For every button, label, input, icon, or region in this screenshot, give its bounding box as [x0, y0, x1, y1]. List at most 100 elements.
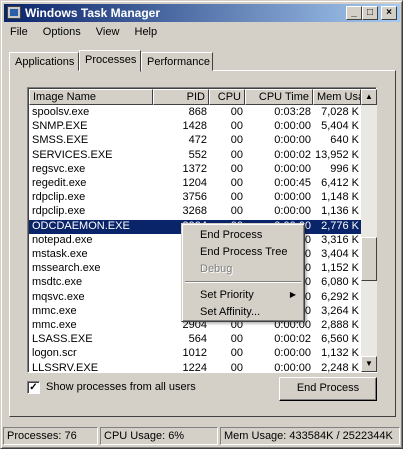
cell-image-name: LSASS.EXE [32, 333, 93, 346]
table-row[interactable]: regedit.exe 1204 00 0:00:45 6,412 K [29, 177, 361, 191]
cell-image-name: mstask.exe [32, 248, 88, 260]
task-manager-window: Windows Task Manager _ □ × File Options … [0, 0, 403, 449]
submenu-arrow-icon: ▶ [289, 290, 296, 299]
cell-mem-usage: 2,776 K [321, 219, 359, 232]
table-row[interactable]: spoolsv.exe 868 00 0:03:28 7,028 K [29, 106, 361, 120]
cell-mem-usage: 996 K [330, 162, 359, 175]
cell-cpu-time: 0:00:02 [274, 333, 311, 346]
cell-mem-usage: 3,404 K [321, 248, 359, 260]
close-button[interactable]: × [381, 6, 397, 20]
cell-mem-usage: 1,148 K [321, 191, 359, 204]
menu-item-end-process[interactable]: End Process [184, 227, 302, 243]
cell-cpu-time: 0:00:00 [274, 120, 311, 133]
end-process-button[interactable]: End Process [279, 377, 377, 401]
tab-applications[interactable]: Applications [9, 52, 79, 71]
cell-cpu-time: 0:00:00 [274, 191, 311, 204]
cell-cpu: 00 [230, 333, 243, 346]
column-image-name[interactable]: Image Name [29, 89, 153, 105]
cell-mem-usage: 6,292 K [321, 290, 359, 303]
cell-pid: 1372 [182, 162, 207, 175]
cell-pid: 1224 [182, 361, 207, 374]
cell-cpu-time: 0:00:00 [274, 361, 311, 374]
cell-mem-usage: 3,316 K [321, 233, 359, 246]
cell-image-name: rdpclip.exe [32, 191, 86, 204]
cell-mem-usage: 6,560 K [321, 333, 359, 346]
cell-image-name: spoolsv.exe [32, 106, 90, 118]
cell-cpu-time: 0:00:00 [274, 205, 311, 218]
cell-mem-usage: 6,412 K [321, 177, 359, 189]
cell-image-name: notepad.exe [32, 233, 93, 246]
scroll-down-arrow-icon[interactable]: ▼ [361, 356, 377, 372]
scroll-thumb[interactable] [361, 237, 377, 281]
table-row[interactable]: rdpclip.exe 3268 00 0:00:00 1,136 K [29, 205, 361, 219]
cell-mem-usage: 2,888 K [321, 319, 359, 331]
column-cpu-time[interactable]: CPU Time [245, 89, 313, 105]
menu-item-end-process-tree[interactable]: End Process Tree [184, 244, 302, 260]
cell-mem-usage: 13,952 K [314, 148, 359, 161]
cell-cpu: 00 [230, 148, 243, 161]
cell-image-name: rdpclip.exe [32, 205, 86, 218]
menu-item-set-priority[interactable]: Set Priority ▶ [184, 287, 302, 303]
cell-pid: 564 [188, 333, 207, 346]
show-all-users-checkbox[interactable]: ✓ [27, 381, 40, 394]
scroll-up-arrow-icon[interactable]: ▲ [361, 89, 377, 105]
menu-separator [185, 281, 301, 283]
table-row[interactable]: logon.scr 1012 00 0:00:00 1,132 K [29, 347, 361, 361]
menu-file[interactable]: File [4, 24, 34, 38]
table-row[interactable]: SERVICES.EXE 552 00 0:00:02 13,952 K [29, 149, 361, 163]
cell-mem-usage: 6,080 K [321, 276, 359, 289]
cell-mem-usage: 5,404 K [321, 120, 359, 133]
cell-cpu-time: 0:00:00 [274, 134, 311, 147]
cell-image-name: msdtc.exe [32, 276, 83, 289]
cell-pid: 552 [188, 148, 207, 161]
maximize-button[interactable]: □ [362, 6, 378, 20]
cell-image-name: mmc.exe [32, 304, 77, 317]
menu-item-set-affinity[interactable]: Set Affinity... [184, 304, 302, 320]
tab-performance[interactable]: Performance [141, 52, 213, 71]
cell-image-name: regsvc.exe [32, 162, 86, 175]
minimize-button[interactable]: _ [346, 6, 362, 20]
cell-cpu: 00 [230, 205, 243, 218]
table-row[interactable]: SNMP.EXE 1428 00 0:00:00 5,404 K [29, 120, 361, 134]
cell-cpu: 00 [230, 134, 243, 147]
tab-processes[interactable]: Processes [79, 50, 141, 72]
cell-image-name: regedit.exe [32, 177, 87, 189]
cell-cpu-time: 0:00:00 [274, 162, 311, 175]
column-mem-usage[interactable]: Mem Usage [313, 89, 361, 105]
status-mem-usage: Mem Usage: 433584K / 2522344K [220, 427, 400, 445]
title-bar[interactable]: Windows Task Manager _ □ × [4, 4, 400, 22]
table-row[interactable]: rdpclip.exe 3756 00 0:00:00 1,148 K [29, 191, 361, 205]
menu-options[interactable]: Options [37, 24, 87, 38]
cell-pid: 1428 [182, 120, 207, 133]
menu-view[interactable]: View [90, 24, 126, 38]
cell-mem-usage: 2,248 K [321, 361, 359, 374]
cell-mem-usage: 7,028 K [321, 106, 359, 118]
table-row[interactable]: regsvc.exe 1372 00 0:00:00 996 K [29, 163, 361, 177]
cell-pid: 3756 [182, 191, 207, 204]
table-row[interactable]: LLSSRV.EXE 1224 00 0:00:00 2,248 K [29, 362, 361, 376]
cell-cpu: 00 [230, 120, 243, 133]
cell-image-name: ODCDAEMON.EXE [32, 219, 130, 232]
column-pid[interactable]: PID [153, 89, 209, 105]
table-row[interactable]: SMSS.EXE 472 00 0:00:00 640 K [29, 134, 361, 148]
column-cpu[interactable]: CPU [209, 89, 245, 105]
cell-pid: 472 [188, 134, 207, 147]
cell-image-name: mqsvc.exe [32, 290, 85, 303]
cell-cpu-time: 0:00:00 [274, 347, 311, 360]
cell-image-name: mmc.exe [32, 319, 77, 331]
cell-mem-usage: 640 K [330, 134, 359, 147]
status-processes: Processes: 76 [3, 427, 98, 445]
table-row[interactable]: LSASS.EXE 564 00 0:00:02 6,560 K [29, 333, 361, 347]
cell-cpu: 00 [230, 162, 243, 175]
cell-mem-usage: 3,264 K [321, 304, 359, 317]
show-all-users-label[interactable]: Show processes from all users [46, 381, 196, 393]
cell-cpu-time: 0:00:45 [274, 177, 311, 189]
cell-cpu: 00 [230, 106, 243, 118]
cell-image-name: mssearch.exe [32, 262, 101, 275]
menu-help[interactable]: Help [129, 24, 164, 38]
vertical-scrollbar[interactable]: ▲ ▼ [361, 89, 377, 372]
cell-pid: 1204 [182, 177, 207, 189]
menu-item-debug: Debug [200, 263, 233, 275]
cell-cpu: 00 [230, 347, 243, 360]
cell-image-name: LLSSRV.EXE [32, 361, 99, 374]
